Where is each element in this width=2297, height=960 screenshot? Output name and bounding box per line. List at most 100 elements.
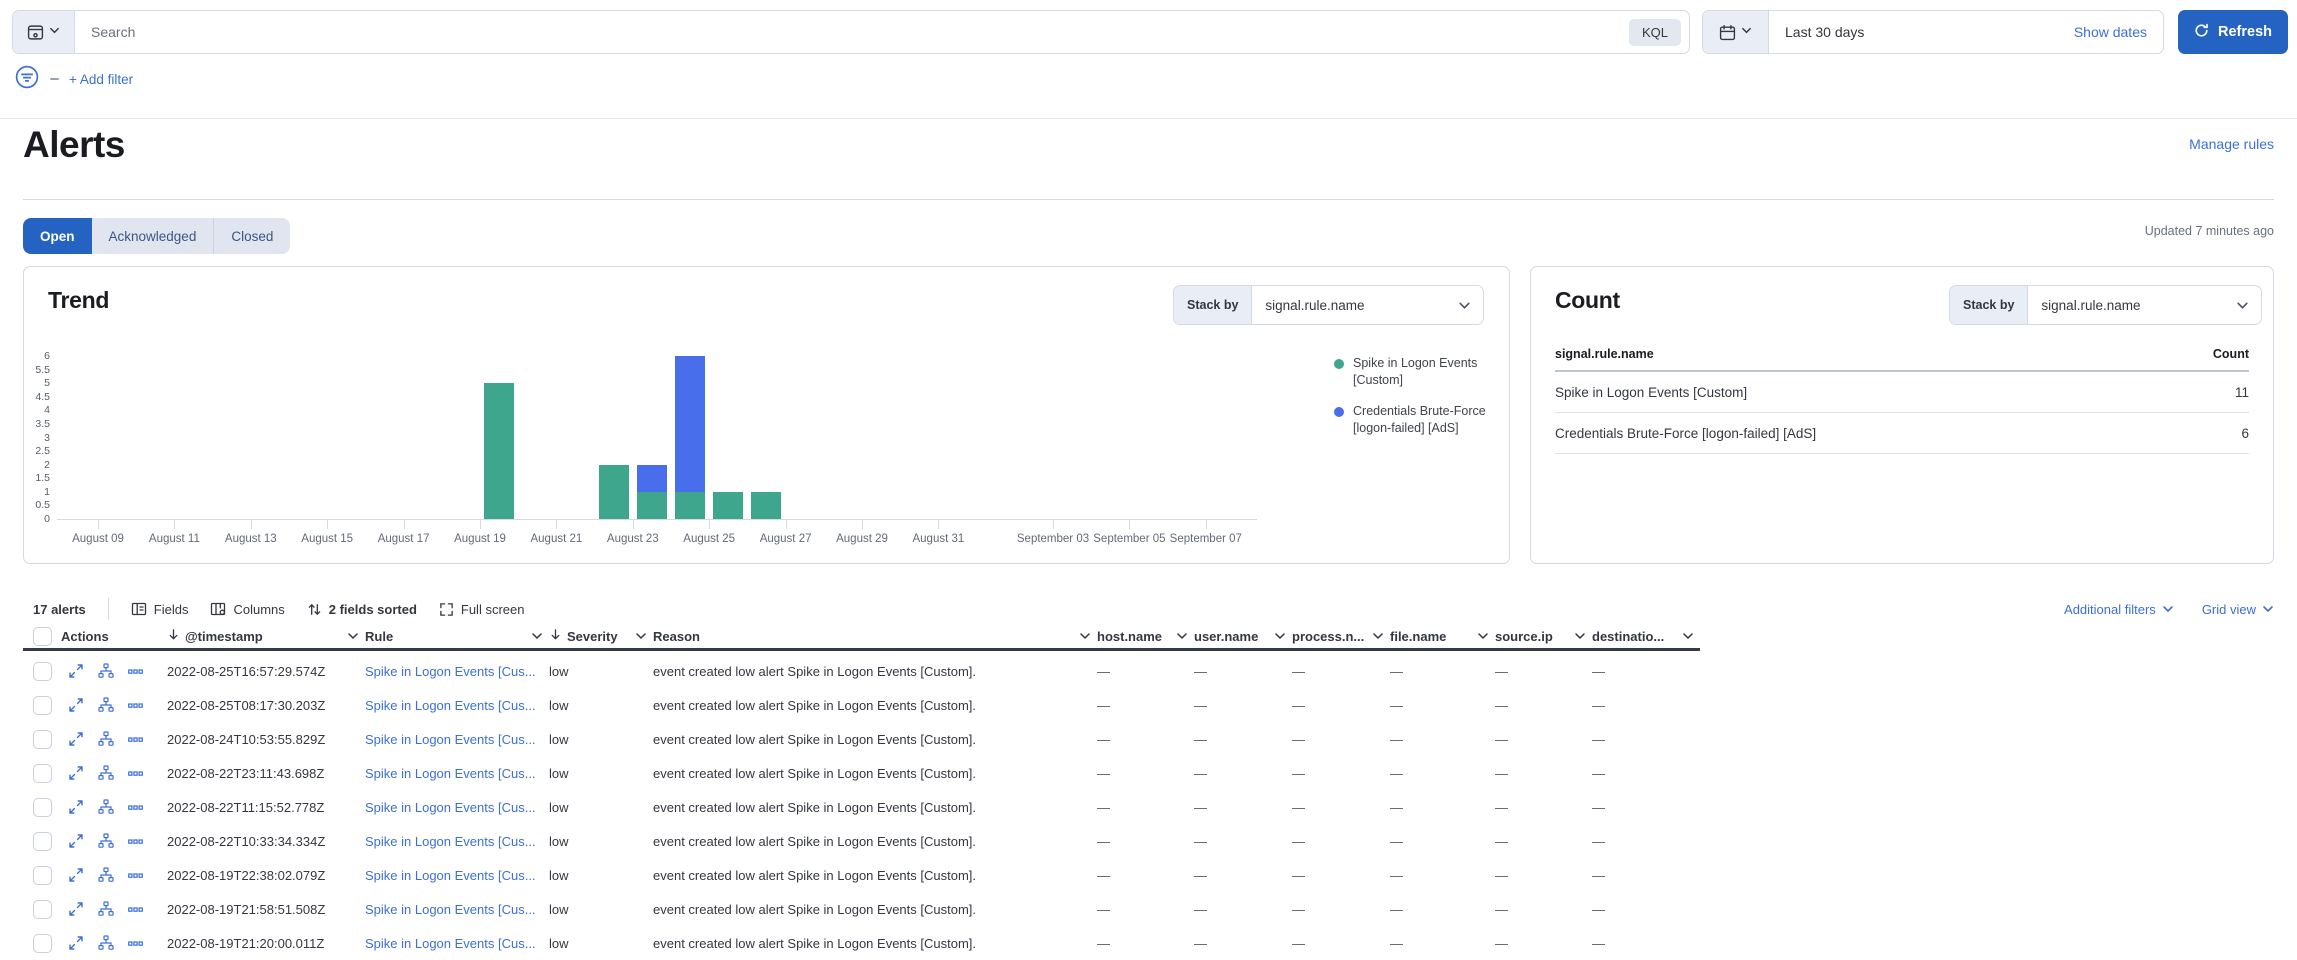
expand-alert-icon[interactable] bbox=[68, 867, 84, 883]
rule-name[interactable]: Credentials Brute-Force [logon-failed] [… bbox=[1555, 426, 1816, 441]
row-checkbox[interactable] bbox=[33, 832, 52, 851]
full-screen-button[interactable]: Full screen bbox=[439, 602, 525, 617]
columns-button[interactable]: Columns bbox=[210, 601, 284, 617]
bar-segment[interactable] bbox=[637, 492, 667, 519]
more-actions-icon[interactable] bbox=[128, 800, 143, 815]
analyze-event-icon[interactable] bbox=[98, 799, 114, 815]
row-checkbox[interactable] bbox=[33, 866, 52, 885]
cell-rule[interactable]: Spike in Logon Events [Cus... bbox=[365, 664, 549, 679]
column-header-destination[interactable]: destinatio... bbox=[1592, 629, 1700, 644]
more-actions-icon[interactable] bbox=[128, 732, 143, 747]
column-menu-chevron-icon[interactable] bbox=[1176, 630, 1188, 642]
bar-segment[interactable] bbox=[675, 356, 705, 492]
legend-item[interactable]: Spike in Logon Events [Custom] bbox=[1334, 355, 1504, 389]
bar-segment[interactable] bbox=[675, 492, 705, 519]
select-all-checkbox[interactable] bbox=[33, 627, 52, 646]
expand-alert-icon[interactable] bbox=[68, 901, 84, 917]
filter-divider bbox=[50, 78, 59, 80]
refresh-button[interactable]: Refresh bbox=[2178, 10, 2288, 54]
row-checkbox[interactable] bbox=[33, 934, 52, 953]
grid-view-button[interactable]: Grid view bbox=[2202, 602, 2274, 617]
filters-menu-icon[interactable] bbox=[14, 64, 40, 95]
more-actions-icon[interactable] bbox=[128, 868, 143, 883]
cell-rule[interactable]: Spike in Logon Events [Cus... bbox=[365, 800, 549, 815]
column-menu-chevron-icon[interactable] bbox=[635, 630, 647, 642]
additional-filters-button[interactable]: Additional filters bbox=[2064, 602, 2174, 617]
sort-fields-button[interactable]: 2 fields sorted bbox=[307, 602, 417, 617]
count-stack-by-select[interactable]: Stack by signal.rule.name bbox=[1949, 285, 2262, 325]
column-header-host[interactable]: host.name bbox=[1097, 629, 1194, 644]
expand-alert-icon[interactable] bbox=[68, 697, 84, 713]
cell-rule[interactable]: Spike in Logon Events [Cus... bbox=[365, 766, 549, 781]
more-actions-icon[interactable] bbox=[128, 664, 143, 679]
kql-badge[interactable]: KQL bbox=[1629, 19, 1681, 46]
cell-rule[interactable]: Spike in Logon Events [Cus... bbox=[365, 902, 549, 917]
more-actions-icon[interactable] bbox=[128, 698, 143, 713]
tab-closed[interactable]: Closed bbox=[214, 218, 290, 254]
analyze-event-icon[interactable] bbox=[98, 833, 114, 849]
analyze-event-icon[interactable] bbox=[98, 663, 114, 679]
column-header-file[interactable]: file.name bbox=[1390, 629, 1495, 644]
bar-segment[interactable] bbox=[484, 383, 514, 519]
add-filter-link[interactable]: + Add filter bbox=[69, 72, 133, 87]
expand-alert-icon[interactable] bbox=[68, 833, 84, 849]
column-menu-chevron-icon[interactable] bbox=[347, 630, 359, 642]
column-header-source[interactable]: source.ip bbox=[1495, 629, 1592, 644]
column-menu-chevron-icon[interactable] bbox=[1274, 630, 1286, 642]
show-dates-link[interactable]: Show dates bbox=[2074, 11, 2163, 53]
row-checkbox[interactable] bbox=[33, 662, 52, 681]
analyze-event-icon[interactable] bbox=[98, 867, 114, 883]
bar-segment[interactable] bbox=[713, 492, 743, 519]
bar-segment[interactable] bbox=[599, 465, 629, 519]
legend-item[interactable]: Credentials Brute-Force [logon-failed] [… bbox=[1334, 403, 1504, 437]
column-header-user[interactable]: user.name bbox=[1194, 629, 1292, 644]
row-checkbox[interactable] bbox=[33, 764, 52, 783]
search-input[interactable]: Search bbox=[75, 11, 1629, 53]
rule-name[interactable]: Spike in Logon Events [Custom] bbox=[1555, 385, 1747, 400]
more-actions-icon[interactable] bbox=[128, 766, 143, 781]
cell-severity: low bbox=[549, 698, 653, 713]
column-header-timestamp[interactable]: @timestamp bbox=[167, 628, 365, 644]
column-menu-chevron-icon[interactable] bbox=[1079, 630, 1091, 642]
more-actions-icon[interactable] bbox=[128, 834, 143, 849]
date-range-value[interactable]: Last 30 days bbox=[1769, 11, 2074, 53]
saved-query-menu-button[interactable] bbox=[13, 11, 75, 53]
analyze-event-icon[interactable] bbox=[98, 901, 114, 917]
bar-segment[interactable] bbox=[637, 465, 667, 492]
more-actions-icon[interactable] bbox=[128, 902, 143, 917]
expand-alert-icon[interactable] bbox=[68, 765, 84, 781]
cell-rule[interactable]: Spike in Logon Events [Cus... bbox=[365, 834, 549, 849]
expand-alert-icon[interactable] bbox=[68, 799, 84, 815]
analyze-event-icon[interactable] bbox=[98, 731, 114, 747]
analyze-event-icon[interactable] bbox=[98, 935, 114, 951]
tab-open[interactable]: Open bbox=[23, 218, 92, 254]
column-header-severity[interactable]: Severity bbox=[549, 628, 653, 644]
tab-acknowledged[interactable]: Acknowledged bbox=[92, 218, 215, 254]
expand-alert-icon[interactable] bbox=[68, 731, 84, 747]
column-header-rule[interactable]: Rule bbox=[365, 629, 549, 644]
column-menu-chevron-icon[interactable] bbox=[1477, 630, 1489, 642]
expand-alert-icon[interactable] bbox=[68, 663, 84, 679]
fields-button[interactable]: Fields bbox=[131, 601, 189, 617]
row-checkbox[interactable] bbox=[33, 730, 52, 749]
column-header-reason[interactable]: Reason bbox=[653, 629, 1097, 644]
analyze-event-icon[interactable] bbox=[98, 697, 114, 713]
column-menu-chevron-icon[interactable] bbox=[1574, 630, 1586, 642]
column-header-process[interactable]: process.n... bbox=[1292, 629, 1390, 644]
analyze-event-icon[interactable] bbox=[98, 765, 114, 781]
date-quick-menu-button[interactable] bbox=[1703, 11, 1769, 53]
bar-segment[interactable] bbox=[751, 492, 781, 519]
manage-rules-link[interactable]: Manage rules bbox=[2189, 136, 2274, 152]
cell-rule[interactable]: Spike in Logon Events [Cus... bbox=[365, 936, 549, 951]
cell-rule[interactable]: Spike in Logon Events [Cus... bbox=[365, 868, 549, 883]
row-checkbox[interactable] bbox=[33, 900, 52, 919]
row-checkbox[interactable] bbox=[33, 798, 52, 817]
cell-rule[interactable]: Spike in Logon Events [Cus... bbox=[365, 732, 549, 747]
cell-rule[interactable]: Spike in Logon Events [Cus... bbox=[365, 698, 549, 713]
row-checkbox[interactable] bbox=[33, 696, 52, 715]
expand-alert-icon[interactable] bbox=[68, 935, 84, 951]
column-menu-chevron-icon[interactable] bbox=[531, 630, 543, 642]
column-menu-chevron-icon[interactable] bbox=[1682, 630, 1694, 642]
column-menu-chevron-icon[interactable] bbox=[1372, 630, 1384, 642]
more-actions-icon[interactable] bbox=[128, 936, 143, 951]
